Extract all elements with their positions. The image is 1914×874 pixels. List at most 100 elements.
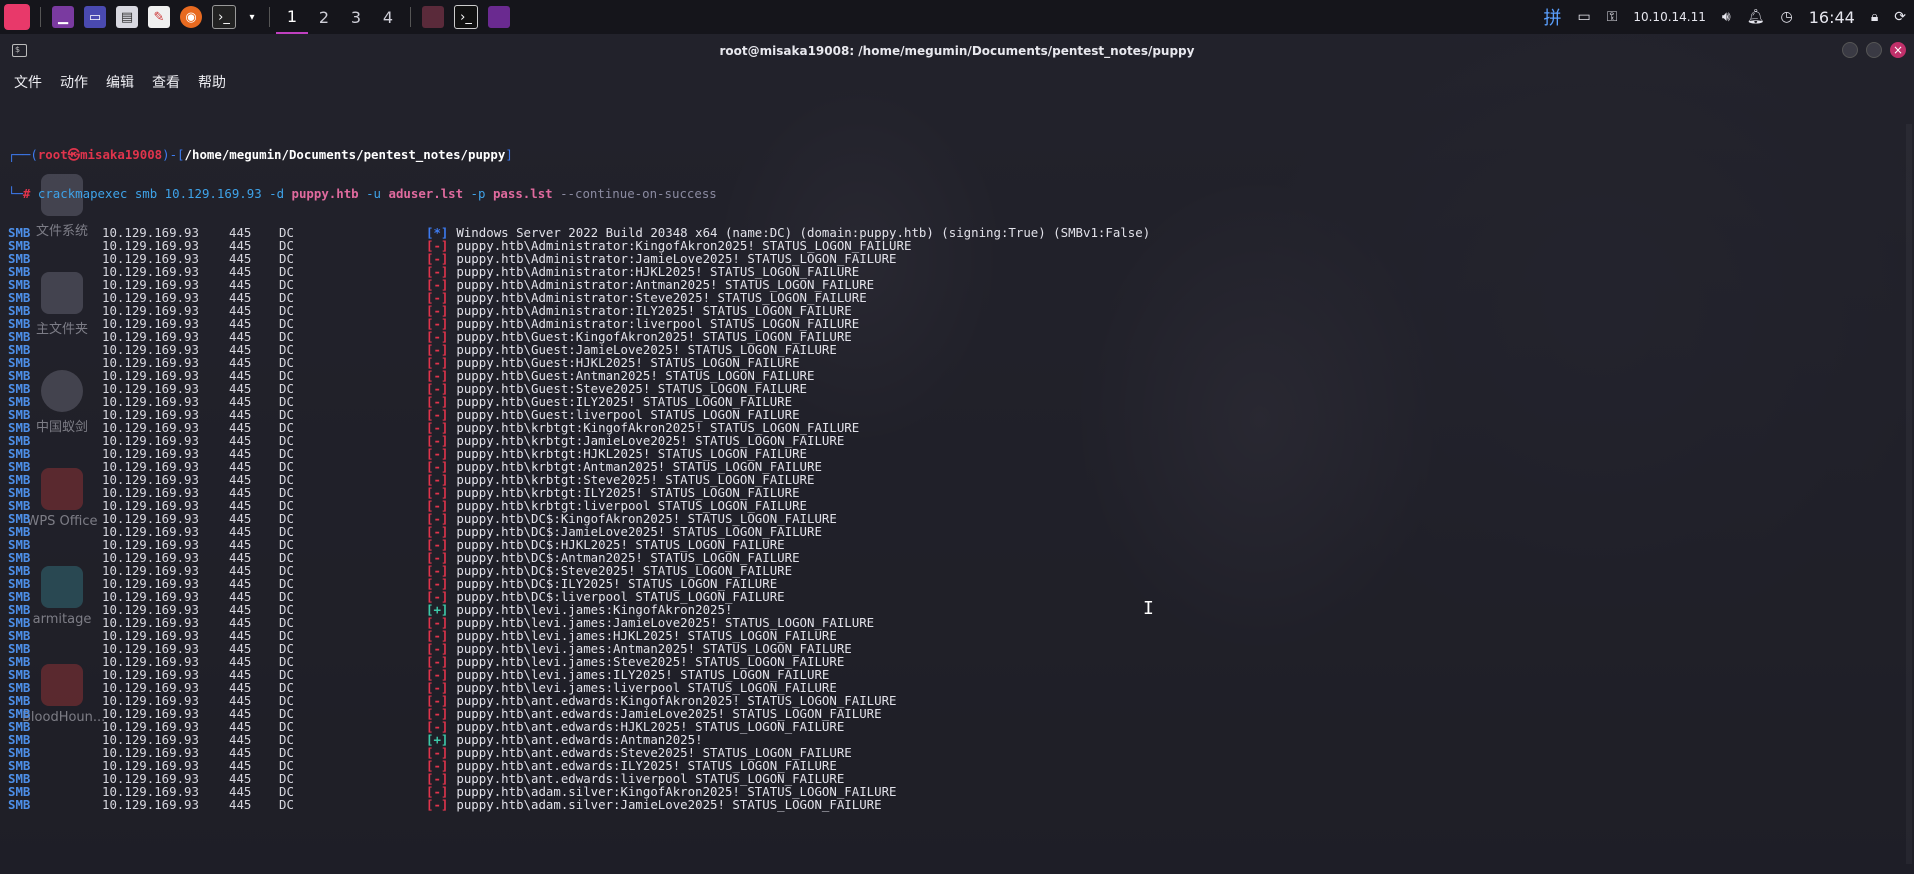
menu-view[interactable]: 查看 xyxy=(152,72,180,92)
row-host: DC xyxy=(279,459,294,474)
row-host: DC xyxy=(279,472,294,487)
maximize-button[interactable] xyxy=(1866,42,1882,58)
row-host: DC xyxy=(279,784,294,799)
row-host: DC xyxy=(279,485,294,500)
output-rows: SMB 10.129.169.93 445 DC [*] Windows Server 2… xyxy=(8,226,1150,811)
row-host: DC xyxy=(279,576,294,591)
taskbar-window-icon[interactable] xyxy=(422,6,444,28)
row-host: DC xyxy=(279,303,294,318)
ip-address: 10.10.14.11 xyxy=(1633,10,1706,24)
prompt-line-1: ┌──(root㉿misaka19008)-[/home/megumin/Doc… xyxy=(8,147,513,162)
menu-edit[interactable]: 编辑 xyxy=(106,72,134,92)
panel-separator xyxy=(40,7,41,27)
workspace-2[interactable]: 2 xyxy=(308,0,340,34)
text-editor-icon[interactable]: ✎ xyxy=(148,6,170,28)
taskbar-terminal-icon[interactable]: ›_ xyxy=(454,5,478,29)
show-desktop-icon[interactable]: ▁ xyxy=(52,6,74,28)
row-host: DC xyxy=(279,225,294,240)
workspace-switch-icon[interactable]: ▭ xyxy=(84,6,106,28)
terminal-window: $ root@misaka19008: /home/megumin/Docume… xyxy=(0,34,1914,874)
close-button[interactable]: × xyxy=(1890,42,1906,58)
row-status: [-] xyxy=(426,797,449,812)
row-host: DC xyxy=(279,550,294,565)
row-host: DC xyxy=(279,797,294,812)
row-host: DC xyxy=(279,498,294,513)
vpn-icon[interactable]: ⚿ xyxy=(1607,9,1618,25)
row-host: DC xyxy=(279,602,294,617)
command-part: -u xyxy=(358,186,389,201)
row-host: DC xyxy=(279,381,294,396)
minimize-button[interactable] xyxy=(1842,42,1858,58)
row-ip: 10.129.169.93 xyxy=(102,797,199,812)
row-host: DC xyxy=(279,420,294,435)
row-host: DC xyxy=(279,355,294,370)
volume-icon[interactable]: 🔊︎ xyxy=(1722,9,1731,25)
clock-time: 16:44 xyxy=(1808,7,1855,27)
row-host: DC xyxy=(279,251,294,266)
row-host: DC xyxy=(279,524,294,539)
row-host: DC xyxy=(279,446,294,461)
row-host: DC xyxy=(279,589,294,604)
output-row: SMB 10.129.169.93 445 DC [-] puppy.htb\adam.s… xyxy=(8,798,1150,811)
row-host: DC xyxy=(279,342,294,357)
top-panel: ▁ ▭ ▤ ✎ ◉ ›_ ▾ 1 2 3 4 ›_ 拼 ▭ ⚿ 10.10.14… xyxy=(0,0,1914,34)
row-host: DC xyxy=(279,277,294,292)
file-manager-icon[interactable]: ▤ xyxy=(116,6,138,28)
kali-menu-icon[interactable] xyxy=(4,4,30,30)
row-host: DC xyxy=(279,433,294,448)
window-titlebar[interactable]: $ root@misaka19008: /home/megumin/Docume… xyxy=(0,34,1914,68)
row-host: DC xyxy=(279,329,294,344)
row-host: DC xyxy=(279,667,294,682)
command-part: pass.lst xyxy=(492,186,553,201)
notification-bell-icon[interactable]: 🔔︎ xyxy=(1747,9,1765,25)
power-icon[interactable]: ⟳ xyxy=(1894,9,1906,25)
row-host: DC xyxy=(279,641,294,656)
row-host: DC xyxy=(279,654,294,669)
menu-action[interactable]: 动作 xyxy=(60,72,88,92)
row-host: DC xyxy=(279,719,294,734)
text-cursor-icon: I xyxy=(1143,598,1154,619)
clock-icon: ◷ xyxy=(1780,9,1793,25)
row-host: DC xyxy=(279,394,294,409)
row-host: DC xyxy=(279,290,294,305)
row-host: DC xyxy=(279,680,294,695)
row-host: DC xyxy=(279,758,294,773)
row-host: DC xyxy=(279,368,294,383)
row-host: DC xyxy=(279,628,294,643)
workspace-1[interactable]: 1 xyxy=(276,0,308,34)
terminal-window-icon: $ xyxy=(12,44,27,57)
row-host: DC xyxy=(279,264,294,279)
row-protocol: SMB xyxy=(8,797,31,812)
row-message: puppy.htb\adam.silver:JamieLove2025! STA… xyxy=(456,797,882,812)
firefox-icon[interactable]: ◉ xyxy=(180,6,202,28)
row-port: 445 xyxy=(229,797,252,812)
row-host: DC xyxy=(279,615,294,630)
menu-file[interactable]: 文件 xyxy=(14,72,42,92)
terminal-launcher-icon[interactable]: ›_ xyxy=(212,5,236,29)
terminal-scrollbar[interactable] xyxy=(1906,124,1912,864)
taskbar-folder-icon[interactable] xyxy=(488,6,510,28)
row-host: DC xyxy=(279,238,294,253)
panel-separator xyxy=(410,7,411,27)
row-host: DC xyxy=(279,771,294,786)
input-method-icon[interactable]: 拼 xyxy=(1543,4,1561,30)
chevron-down-icon[interactable]: ▾ xyxy=(246,6,258,28)
row-host: DC xyxy=(279,511,294,526)
command-part: crackmapexec smb 10.129.169.93 -d xyxy=(37,186,292,201)
lock-screen-icon[interactable]: 🔒︎ xyxy=(1871,9,1878,25)
display-icon[interactable]: ▭ xyxy=(1577,9,1590,25)
command-part: -p xyxy=(463,186,493,201)
menu-bar: 文件 动作 编辑 查看 帮助 xyxy=(0,68,244,96)
terminal-output[interactable]: ┌──(root㉿misaka19008)-[/home/megumin/Doc… xyxy=(8,122,1150,837)
row-host: DC xyxy=(279,693,294,708)
command-part: aduser.lst xyxy=(388,186,464,201)
workspace-3[interactable]: 3 xyxy=(340,0,372,34)
row-host: DC xyxy=(279,537,294,552)
row-host: DC xyxy=(279,706,294,721)
workspace-4[interactable]: 4 xyxy=(372,0,404,34)
menu-help[interactable]: 帮助 xyxy=(198,72,226,92)
row-host: DC xyxy=(279,745,294,760)
row-host: DC xyxy=(279,407,294,422)
prompt-user: root㉿misaka19008 xyxy=(37,147,163,162)
command-part: puppy.htb xyxy=(291,186,359,201)
